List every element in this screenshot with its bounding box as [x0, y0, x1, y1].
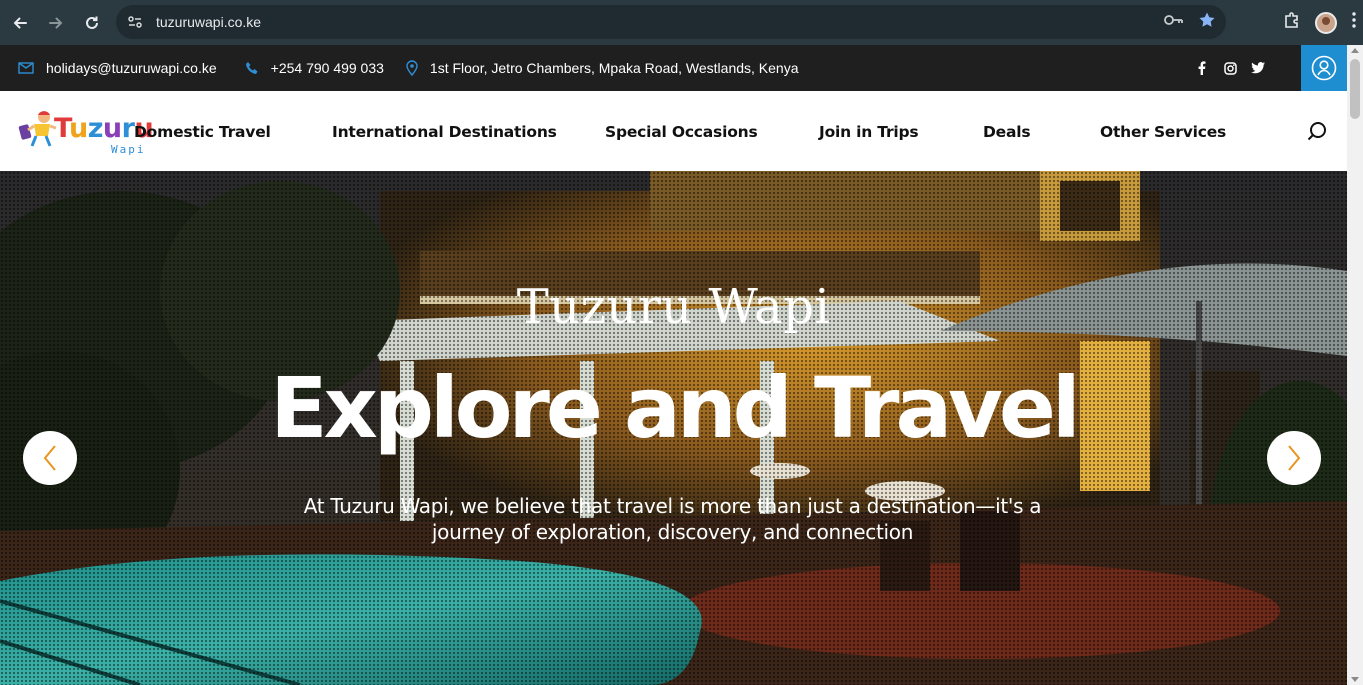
url-text[interactable]: tuzuruwapi.co.ke — [156, 14, 261, 30]
contact-email[interactable]: holidays@tuzuruwapi.co.ke — [18, 60, 217, 76]
address-bar[interactable]: tuzuruwapi.co.ke — [116, 5, 1226, 39]
slider-next-button[interactable] — [1267, 431, 1321, 485]
browser-toolbar: tuzuruwapi.co.ke — [0, 0, 1363, 45]
extensions-icon[interactable] — [1283, 11, 1301, 34]
envelope-icon — [18, 62, 34, 74]
twitter-icon[interactable] — [1251, 61, 1265, 75]
back-icon[interactable] — [2, 5, 38, 41]
phone-text[interactable]: +254 790 499 033 — [271, 60, 384, 76]
map-pin-icon — [406, 60, 418, 76]
contact-bar: holidays@tuzuruwapi.co.ke +254 790 499 0… — [0, 45, 1347, 91]
address-text: 1st Floor, Jetro Chambers, Mpaka Road, W… — [429, 60, 799, 76]
menu-item-other-services[interactable]: Other Services — [1100, 123, 1226, 141]
scroll-down-icon[interactable] — [1351, 677, 1359, 682]
scroll-up-icon[interactable] — [1351, 48, 1359, 53]
menu-item-special-occasions[interactable]: Special Occasions — [605, 123, 758, 141]
chevron-right-icon — [1288, 445, 1301, 471]
menu-item-domestic-travel[interactable]: Domestic Travel — [134, 123, 271, 141]
logo-subtext: Wapi — [111, 143, 146, 156]
menu-item-deals[interactable]: Deals — [983, 123, 1031, 141]
contact-phone[interactable]: +254 790 499 033 — [245, 60, 384, 76]
page-scrollbar[interactable] — [1347, 45, 1363, 685]
hero-subtitle: Tuzuru Wapi — [516, 279, 831, 335]
account-button[interactable] — [1301, 45, 1347, 91]
contact-address: 1st Floor, Jetro Chambers, Mpaka Road, W… — [406, 60, 799, 76]
hero-title: Explore and Travel — [270, 359, 1080, 457]
instagram-icon[interactable] — [1223, 61, 1237, 75]
forward-icon[interactable] — [38, 5, 74, 41]
user-icon — [1311, 55, 1337, 81]
phone-icon — [245, 61, 259, 75]
search-icon[interactable] — [1307, 121, 1327, 141]
site-info-icon[interactable] — [118, 5, 152, 39]
menu-item-international-destinations[interactable]: International Destinations — [332, 123, 557, 141]
site-logo[interactable]: Tuzuru Wapi — [16, 105, 154, 157]
facebook-icon[interactable] — [1195, 61, 1209, 75]
hero-slider: Tuzuru Wapi Explore and Travel At Tuzuru… — [0, 171, 1347, 685]
social-links — [1195, 45, 1265, 91]
menu-item-join-in-trips[interactable]: Join in Trips — [819, 123, 919, 141]
chevron-left-icon — [43, 445, 56, 471]
key-icon[interactable] — [1164, 13, 1184, 32]
profile-avatar[interactable] — [1315, 11, 1337, 34]
reload-icon[interactable] — [74, 5, 110, 41]
hero-description: At Tuzuru Wapi, we believe that travel i… — [303, 494, 1042, 544]
main-header: Tuzuru Wapi Domestic Travel Internationa… — [0, 91, 1347, 171]
menu-kebab-icon[interactable] — [1351, 11, 1357, 34]
email-text[interactable]: holidays@tuzuruwapi.co.ke — [46, 60, 217, 76]
scrollbar-thumb[interactable] — [1350, 59, 1360, 119]
slider-prev-button[interactable] — [23, 431, 77, 485]
bookmark-star-icon[interactable] — [1198, 11, 1216, 34]
